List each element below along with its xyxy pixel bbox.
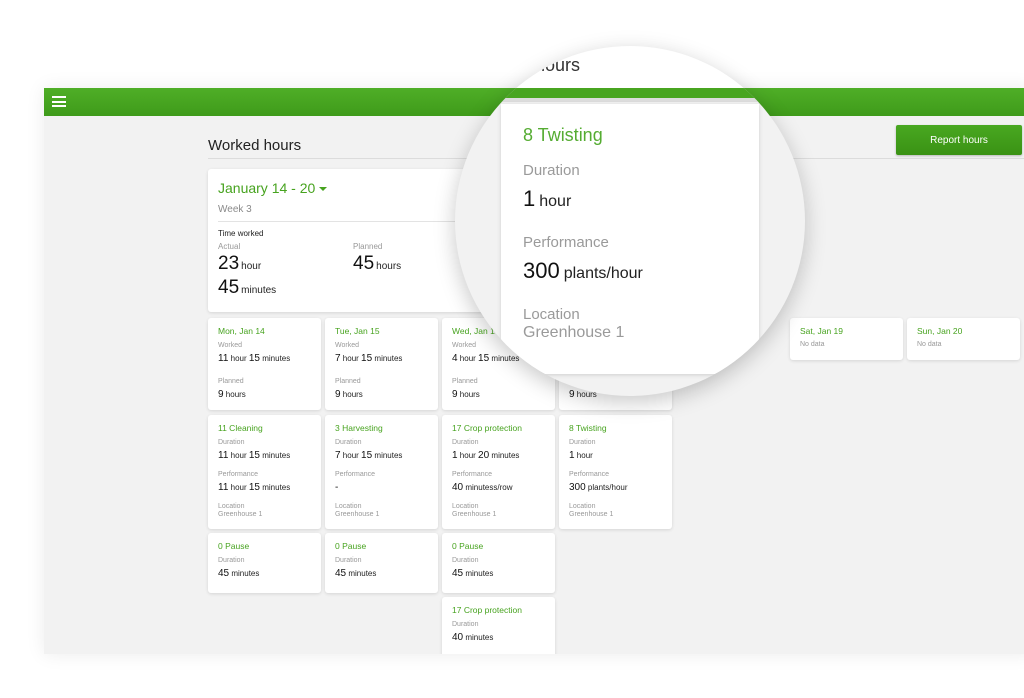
performance-value: 11 hour 15 minutes <box>218 482 291 493</box>
location-label: Location <box>218 503 245 510</box>
day-card-mon[interactable]: Mon, Jan 14 Worked 11 hour 15 minutes Pl… <box>208 318 321 410</box>
duration-label: Duration <box>335 439 362 446</box>
task-card[interactable]: 8 Twisting Duration 1 hour Performance 3… <box>559 415 672 529</box>
day-title: Sat, Jan 19 <box>800 326 844 336</box>
hamburger-menu-icon[interactable] <box>52 96 66 107</box>
duration-value: 11 hour 15 minutes <box>218 450 291 461</box>
performance-value: - <box>335 482 339 493</box>
worked-label: Worked <box>452 342 476 349</box>
day-title: Sun, Jan 20 <box>917 326 963 336</box>
duration-label: Duration <box>452 439 479 446</box>
task-card[interactable]: 11 Cleaning Duration 11 hour 15 minutes … <box>208 415 321 529</box>
day-card-tue[interactable]: Tue, Jan 15 Worked 7 hour 15 minutes Pla… <box>325 318 438 410</box>
location-value: Greenhouse 1 <box>569 511 614 518</box>
magnifier-lens: hours 8 Twisting Duration 1 hour Performa… <box>455 46 805 396</box>
lens-task-card: 8 Twisting Duration 1 hour Performance 30… <box>501 104 759 374</box>
task-title: 11 Cleaning <box>218 423 263 433</box>
lens-divider <box>455 98 805 102</box>
time-worked-label: Time worked <box>218 229 264 238</box>
no-data-text: No data <box>800 341 825 348</box>
performance-label: Performance <box>218 471 259 478</box>
week-number: Week 3 <box>218 204 252 215</box>
location-value: Greenhouse 1 <box>452 511 497 518</box>
task-title: 8 Twisting <box>569 423 607 433</box>
pause-card[interactable]: 0 Pause Duration 45 minutes <box>442 533 555 593</box>
caret-down-icon <box>319 187 328 192</box>
day-card-sat[interactable]: Sat, Jan 19 No data <box>790 318 903 360</box>
planned-hours-value: 45 hours <box>353 253 402 274</box>
lens-header-text: hours <box>535 55 581 75</box>
worked-value: 11 hour 15 minutes <box>218 353 291 364</box>
pause-card[interactable]: 0 Pause Duration 45 minutes <box>325 533 438 593</box>
duration-label: Duration <box>218 439 245 446</box>
task-card[interactable]: 17 Crop protection Duration 1 hour 20 mi… <box>442 415 555 529</box>
location-value: Greenhouse 1 <box>335 511 380 518</box>
pause-title: 0 Pause <box>218 541 250 551</box>
pause-card[interactable]: 0 Pause Duration 45 minutes <box>208 533 321 593</box>
day-title: Tue, Jan 15 <box>335 326 380 336</box>
performance-value: 300 plants/hour <box>569 482 628 493</box>
lens-location-label: Location <box>523 306 580 323</box>
worked-label: Worked <box>218 342 242 349</box>
task-title: 17 Crop protection <box>452 605 522 615</box>
lens-task-title: 8 Twisting <box>523 125 603 145</box>
planned-label: Planned <box>335 378 361 385</box>
duration-label: Duration <box>335 557 362 564</box>
lens-duration-value: 1 hour <box>523 186 572 211</box>
duration-label: Duration <box>569 439 596 446</box>
location-label: Location <box>452 503 479 510</box>
task-title: 3 Harvesting <box>335 423 383 433</box>
task-card[interactable]: 3 Harvesting Duration 7 hour 15 minutes … <box>325 415 438 529</box>
performance-value: 40 minutess/row <box>452 482 513 493</box>
no-data-text: No data <box>917 341 942 348</box>
pause-title: 0 Pause <box>452 541 484 551</box>
pause-title: 0 Pause <box>335 541 367 551</box>
planned-value: 9 hours <box>218 389 246 400</box>
planned-value: 9 hours <box>335 389 363 400</box>
performance-label: Performance <box>335 471 376 478</box>
duration-label: Duration <box>452 621 479 628</box>
planned-label: Planned <box>353 242 383 251</box>
lens-performance-label: Performance <box>523 234 609 251</box>
duration-label: Duration <box>452 557 479 564</box>
worked-value: 7 hour 15 minutes <box>335 353 403 364</box>
planned-label: Planned <box>218 378 244 385</box>
day-title: Wed, Jan 1 <box>452 326 495 336</box>
duration-value: 45 minutes <box>452 568 494 579</box>
duration-value: 45 minutes <box>335 568 377 579</box>
duration-value: 40 minutes <box>452 632 494 643</box>
duration-value: 1 hour 20 minutes <box>452 450 520 461</box>
location-label: Location <box>569 503 596 510</box>
task-title: 17 Crop protection <box>452 423 522 433</box>
planned-label: Planned <box>452 378 478 385</box>
day-title: Mon, Jan 14 <box>218 326 265 336</box>
actual-hours-value: 23 hour <box>218 253 262 274</box>
location-value: Greenhouse 1 <box>218 511 263 518</box>
report-hours-button[interactable]: Report hours <box>896 125 1022 155</box>
actual-minutes-value: 45 minutes <box>218 277 277 298</box>
lens-header-area <box>455 46 805 88</box>
lens-duration-label: Duration <box>523 162 580 179</box>
location-label: Location <box>335 503 362 510</box>
performance-label: Performance <box>569 471 610 478</box>
day-card-sun[interactable]: Sun, Jan 20 No data <box>907 318 1020 360</box>
week-range-label: January 14 - 20 <box>218 180 316 196</box>
lens-performance-value: 300 plants/hour <box>523 258 643 283</box>
duration-value: 45 minutes <box>218 568 260 579</box>
week-range-selector[interactable]: January 14 - 20 <box>218 180 328 196</box>
actual-label: Actual <box>218 242 241 251</box>
duration-value: 1 hour <box>569 450 593 461</box>
page-title: Worked hours <box>208 137 302 154</box>
lens-location-value: Greenhouse 1 <box>523 324 625 341</box>
planned-value: 9 hours <box>452 389 480 400</box>
performance-label: Performance <box>452 471 493 478</box>
duration-value: 7 hour 15 minutes <box>335 450 403 461</box>
worked-label: Worked <box>335 342 359 349</box>
duration-label: Duration <box>218 557 245 564</box>
screenshot-stage: Worked hours Report hours January 14 - 2… <box>0 0 1024 698</box>
task-card[interactable]: 17 Crop protection Duration 40 minutes <box>442 597 555 654</box>
